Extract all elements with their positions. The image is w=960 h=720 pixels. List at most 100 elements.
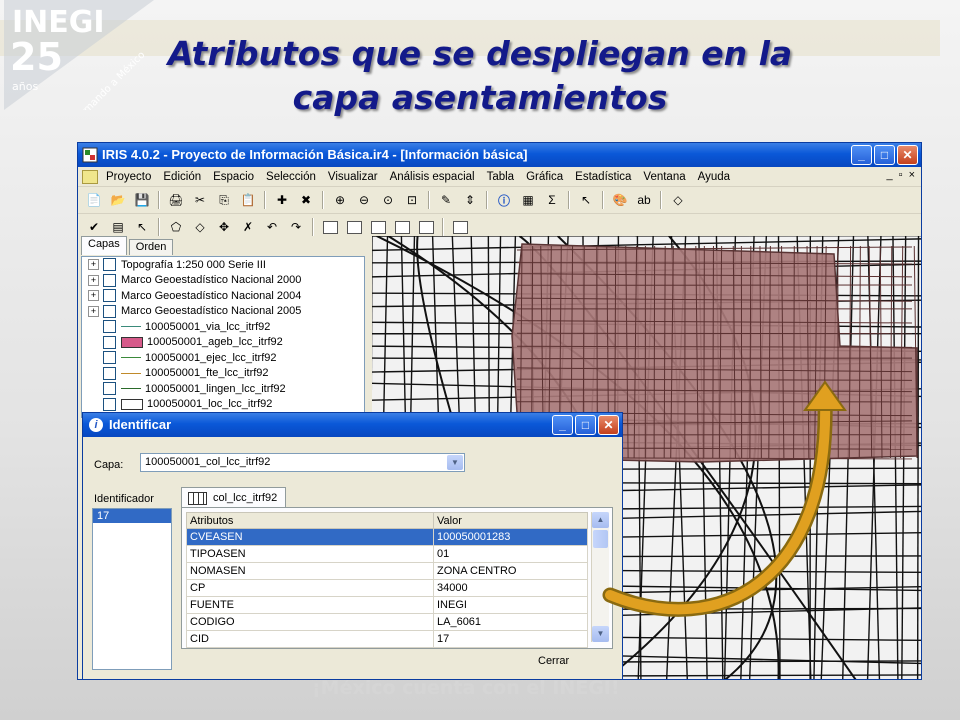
expand-icon[interactable]: +: [88, 274, 99, 286]
chevron-down-icon[interactable]: ▼: [447, 455, 463, 470]
close-button[interactable]: ✕: [897, 145, 918, 165]
zoom-out-icon[interactable]: ⊖: [354, 191, 374, 209]
cut-icon[interactable]: ✂: [190, 191, 210, 209]
check-edit-icon[interactable]: ✔: [84, 218, 104, 236]
identify-close-button[interactable]: ✕: [598, 415, 619, 435]
menu-tabla[interactable]: Tabla: [481, 171, 521, 183]
report-icon[interactable]: [416, 218, 436, 236]
attribute-row[interactable]: NOMASEN ZONA CENTRO: [186, 562, 588, 580]
layer-checkbox[interactable]: [103, 273, 116, 287]
menu-visualizar[interactable]: Visualizar: [322, 171, 384, 183]
layer-row[interactable]: 100050001_ejec_lcc_itrf92: [82, 350, 364, 366]
layer-checkbox[interactable]: [103, 382, 116, 396]
sql-query-icon[interactable]: [320, 218, 340, 236]
measure-icon[interactable]: ⇕: [460, 191, 480, 209]
attribute-row[interactable]: TIPOASEN 01: [186, 545, 588, 563]
column-header-valor[interactable]: Valor: [433, 512, 588, 529]
table-icon[interactable]: ▦: [518, 191, 538, 209]
zoom-extent-icon[interactable]: ⊙: [378, 191, 398, 209]
menu-edicion[interactable]: Edición: [157, 171, 207, 183]
add-layer-icon[interactable]: ✚: [272, 191, 292, 209]
select-arrow-icon[interactable]: ↖: [576, 191, 596, 209]
layer-row[interactable]: 100050001_via_lcc_itrf92: [82, 319, 364, 335]
attribute-row[interactable]: CVEASEN 100050001283: [186, 528, 588, 546]
layer-checkbox[interactable]: [103, 304, 116, 318]
attribute-row[interactable]: FUENTE INEGI: [186, 596, 588, 614]
paste-icon[interactable]: 📋: [238, 191, 258, 209]
identify-maximize-button[interactable]: □: [575, 415, 596, 435]
tab-capas[interactable]: Capas: [81, 236, 127, 255]
paint-icon[interactable]: 🎨: [610, 191, 630, 209]
layer-checkbox[interactable]: [103, 335, 116, 349]
layer-checkbox[interactable]: [103, 258, 116, 272]
layer-row[interactable]: + Marco Geoestadístico Nacional 2005: [82, 304, 364, 320]
polygon-icon[interactable]: ⬠: [166, 218, 186, 236]
layer-checkbox[interactable]: [103, 320, 116, 334]
capa-dropdown[interactable]: 100050001_col_lcc_itrf92 ▼: [140, 453, 465, 472]
node-add-icon[interactable]: ✥: [214, 218, 234, 236]
scroll-down-icon[interactable]: ▼: [592, 626, 609, 642]
layer-select-icon[interactable]: ▤: [108, 218, 128, 236]
layer-row[interactable]: 100050001_loc_lcc_itrf92: [82, 397, 364, 413]
attribute-row[interactable]: CP 34000: [186, 579, 588, 597]
label-icon[interactable]: ab: [634, 191, 654, 209]
pencil-icon[interactable]: ✎: [436, 191, 456, 209]
identify-titlebar[interactable]: i Identificar _ □ ✕: [83, 413, 622, 437]
open-icon[interactable]: 📂: [108, 191, 128, 209]
menu-ayuda[interactable]: Ayuda: [692, 171, 736, 183]
statistics-icon[interactable]: Σ: [542, 191, 562, 209]
menu-grafica[interactable]: Gráfica: [520, 171, 569, 183]
zoom-in-icon[interactable]: ⊕: [330, 191, 350, 209]
layer-row[interactable]: + Marco Geoestadístico Nacional 2000: [82, 273, 364, 289]
graph-icon[interactable]: [450, 218, 470, 236]
copy-icon[interactable]: ⎘: [214, 191, 234, 209]
print-icon[interactable]: 🖨: [166, 191, 186, 209]
scroll-up-icon[interactable]: ▲: [592, 512, 609, 528]
redo-icon[interactable]: ↷: [286, 218, 306, 236]
save-icon[interactable]: 💾: [132, 191, 152, 209]
zoom-window-icon[interactable]: ⊡: [402, 191, 422, 209]
pointer-icon[interactable]: ↖: [132, 218, 152, 236]
layer-row[interactable]: 100050001_ageb_lcc_itrf92: [82, 335, 364, 351]
menu-proyecto[interactable]: Proyecto: [100, 171, 157, 183]
layer-row[interactable]: + Marco Geoestadístico Nacional 2004: [82, 288, 364, 304]
attributes-scrollbar[interactable]: ▲ ▼: [591, 512, 609, 642]
remove-layer-icon[interactable]: ✖: [296, 191, 316, 209]
undo-icon[interactable]: ↶: [262, 218, 282, 236]
menu-espacio[interactable]: Espacio: [207, 171, 260, 183]
diamond-icon[interactable]: ◇: [668, 191, 688, 209]
layer-checkbox[interactable]: [103, 366, 116, 380]
mdi-restore-button[interactable]: ▫: [899, 169, 903, 181]
expand-icon[interactable]: +: [88, 290, 99, 302]
column-header-atributos[interactable]: Atributos: [186, 512, 434, 529]
vertex-icon[interactable]: ◇: [190, 218, 210, 236]
new-icon[interactable]: 📄: [84, 191, 104, 209]
expand-icon[interactable]: +: [88, 259, 99, 271]
menu-seleccion[interactable]: Selección: [260, 171, 322, 183]
mdi-close-button[interactable]: ×: [909, 169, 915, 181]
mdi-minimize-button[interactable]: _: [887, 169, 893, 181]
scroll-thumb[interactable]: [593, 530, 608, 548]
node-delete-icon[interactable]: ✗: [238, 218, 258, 236]
identify-minimize-button[interactable]: _: [552, 415, 573, 435]
menu-ventana[interactable]: Ventana: [637, 171, 691, 183]
layer-row[interactable]: 100050001_fte_lcc_itrf92: [82, 366, 364, 382]
layer-row[interactable]: 100050001_lingen_lcc_itrf92: [82, 381, 364, 397]
identificador-item[interactable]: 17: [93, 509, 171, 523]
minimize-button[interactable]: _: [851, 145, 872, 165]
table-export-icon[interactable]: [392, 218, 412, 236]
tab-orden[interactable]: Orden: [128, 239, 174, 255]
layer-checkbox[interactable]: [103, 351, 116, 365]
maximize-button[interactable]: □: [874, 145, 895, 165]
tab-col-lcc-itrf92[interactable]: col_lcc_itrf92: [181, 487, 287, 508]
cerrar-button[interactable]: Cerrar: [538, 655, 569, 667]
layer-checkbox[interactable]: [103, 397, 116, 411]
table-query-icon[interactable]: [344, 218, 364, 236]
info-icon[interactable]: ⓘ: [494, 191, 514, 209]
menu-estadistica[interactable]: Estadística: [569, 171, 637, 183]
layer-row[interactable]: + Topografía 1:250 000 Serie III: [82, 257, 364, 273]
attribute-row[interactable]: CODIGO LA_6061: [186, 613, 588, 631]
table-join-icon[interactable]: [368, 218, 388, 236]
iris-titlebar[interactable]: IRIS 4.0.2 - Proyecto de Información Bás…: [78, 143, 921, 167]
expand-icon[interactable]: +: [88, 305, 99, 317]
